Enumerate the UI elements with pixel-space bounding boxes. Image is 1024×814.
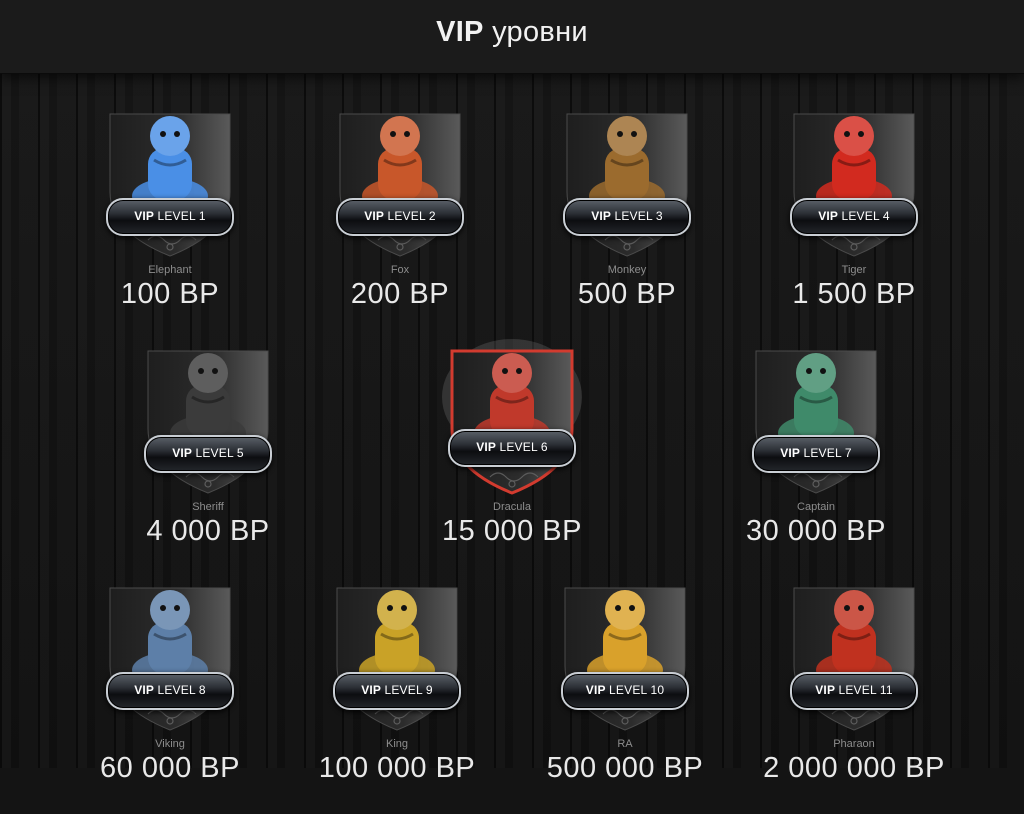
title-rest: уровни [492, 16, 588, 48]
monkey-icon [527, 100, 727, 260]
level-name: Tiger [841, 264, 867, 276]
level-price: 15 000 BP [442, 515, 582, 547]
level-name: RA [617, 738, 633, 750]
king-icon [297, 574, 497, 734]
vip-level-badge: VIP LEVEL 11 [790, 672, 918, 710]
tiger-icon [754, 100, 954, 260]
sheriff-icon [108, 337, 308, 497]
vip-level-card-4[interactable]: VIP LEVEL 4 Tiger 1 500 BP [754, 100, 954, 340]
vip-level-card-11[interactable]: VIP LEVEL 11 Pharaon 2 000 000 BP [754, 574, 954, 814]
vip-level-badge: VIP LEVEL 3 [563, 198, 691, 236]
level-price: 2 000 000 BP [763, 752, 945, 784]
title-bold: VIP [436, 16, 484, 48]
vip-level-badge: VIP LEVEL 2 [336, 198, 464, 236]
vip-level-card-3[interactable]: VIP LEVEL 3 Monkey 500 BP [527, 100, 727, 340]
vip-level-badge: VIP LEVEL 8 [106, 672, 234, 710]
level-price: 4 000 BP [146, 515, 270, 547]
pharaon-icon [754, 574, 954, 734]
vip-level-badge: VIP LEVEL 7 [752, 435, 880, 473]
vip-level-card-1[interactable]: VIP LEVEL 1 Elephant 100 BP [70, 100, 270, 340]
level-name: Pharaon [833, 738, 875, 750]
level-name: Sheriff [192, 501, 224, 513]
vip-level-badge: VIP LEVEL 5 [144, 435, 272, 473]
vip-level-card-6[interactable]: VIP LEVEL 6 Dracula 15 000 BP [412, 337, 612, 577]
fox-icon [300, 100, 500, 260]
level-price: 30 000 BP [746, 515, 886, 547]
captain-icon [716, 337, 916, 497]
level-name: Elephant [148, 264, 192, 276]
vip-level-badge: VIP LEVEL 1 [106, 198, 234, 236]
vip-level-badge: VIP LEVEL 6 [448, 429, 576, 467]
level-name: King [385, 738, 409, 750]
level-name: Viking [155, 738, 185, 750]
vip-level-badge: VIP LEVEL 9 [333, 672, 461, 710]
vip-level-card-2[interactable]: VIP LEVEL 2 Fox 200 BP [300, 100, 500, 340]
viking-icon [70, 574, 270, 734]
vip-level-card-10[interactable]: VIP LEVEL 10 RA 500 000 BP [525, 574, 725, 814]
vip-level-card-8[interactable]: VIP LEVEL 8 Viking 60 000 BP [70, 574, 270, 814]
vip-level-badge: VIP LEVEL 10 [561, 672, 689, 710]
vip-level-card-9[interactable]: VIP LEVEL 9 King 100 000 BP [297, 574, 497, 814]
level-name: Dracula [493, 501, 531, 513]
level-name: Captain [797, 501, 835, 513]
elephant-icon [70, 100, 270, 260]
vip-level-card-5[interactable]: VIP LEVEL 5 Sheriff 4 000 BP [108, 337, 308, 577]
page-title: VIP уровни [0, 16, 1024, 49]
vip-level-card-7[interactable]: VIP LEVEL 7 Captain 30 000 BP [716, 337, 916, 577]
level-name: Monkey [607, 264, 647, 276]
level-name: Fox [390, 264, 410, 276]
level-price: 1 500 BP [792, 278, 916, 310]
dracula-icon [412, 337, 612, 497]
ra-icon [525, 574, 725, 734]
page-header: VIP уровни [0, 0, 1024, 74]
vip-level-badge: VIP LEVEL 4 [790, 198, 918, 236]
